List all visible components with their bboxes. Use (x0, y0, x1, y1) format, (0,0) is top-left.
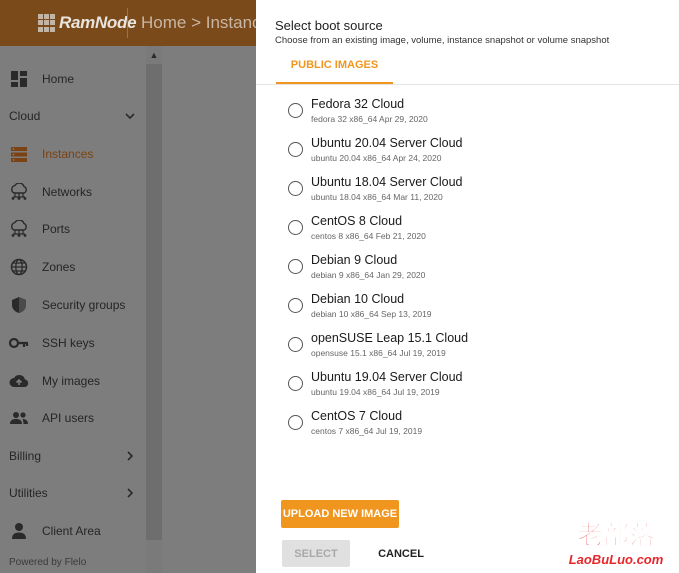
boot-option[interactable]: Ubuntu 18.04 Server Cloud ubuntu 18.04 x… (284, 175, 664, 211)
option-description: fedora 32 x86_64 Apr 29, 2020 (311, 114, 428, 124)
sidebar-item-networks[interactable]: Networks (0, 177, 146, 207)
radio-button[interactable] (288, 259, 303, 274)
dialog-title: Select boot source (275, 18, 383, 33)
select-button[interactable]: SELECT (282, 540, 350, 567)
sidebar-section-label: Billing (9, 449, 42, 463)
sidebar-item-security-groups[interactable]: Security groups (0, 290, 146, 320)
sidebar-item-my-images[interactable]: My images (0, 366, 146, 396)
sidebar-item-label: Zones (42, 260, 76, 274)
sidebar-item-label: SSH keys (42, 336, 95, 350)
cancel-button[interactable]: CANCEL (366, 540, 436, 567)
ramnode-logo[interactable]: RamNode (38, 13, 137, 33)
laobuluo-watermark: 老部落 LaoBuLuo.com (569, 521, 664, 567)
main-content-dimmed (162, 46, 256, 573)
breadcrumb: Home > Instance (141, 13, 256, 32)
option-description: ubuntu 19.04 x86_64 Jul 19, 2019 (311, 387, 440, 397)
tab-divider (256, 84, 679, 85)
radio-button[interactable] (288, 103, 303, 118)
chevron-right-icon (127, 451, 134, 461)
dashboard-icon (9, 69, 29, 89)
sidebar-section-label: Utilities (9, 486, 48, 500)
logo-mark-icon (38, 14, 56, 32)
option-name: CentOS 7 Cloud (311, 409, 403, 423)
upload-new-image-button[interactable]: UPLOAD NEW IMAGE (281, 500, 399, 528)
cloud-upload-icon (9, 371, 29, 391)
chevron-down-icon (125, 113, 135, 120)
boot-option[interactable]: Fedora 32 Cloud fedora 32 x86_64 Apr 29,… (284, 97, 664, 133)
radio-button[interactable] (288, 415, 303, 430)
sidebar-item-client-area[interactable]: Client Area (0, 516, 146, 546)
sidebar-item-label: API users (42, 411, 95, 425)
sidebar-item-zones[interactable]: Zones (0, 252, 146, 282)
sidebar-section-label: Cloud (9, 109, 41, 123)
radio-button[interactable] (288, 220, 303, 235)
sidebar-item-label: Networks (42, 185, 93, 199)
key-icon (9, 333, 29, 353)
boot-option[interactable]: CentOS 7 Cloud centos 7 x86_64 Jul 19, 2… (284, 409, 664, 445)
boot-option[interactable]: Ubuntu 20.04 Server Cloud ubuntu 20.04 x… (284, 136, 664, 172)
radio-button[interactable] (288, 298, 303, 313)
tab-public-images[interactable]: PUBLIC IMAGES (276, 48, 393, 84)
sidebar-section-billing[interactable]: Billing (0, 443, 146, 469)
header-divider (127, 8, 128, 38)
boot-option[interactable]: Ubuntu 19.04 Server Cloud ubuntu 19.04 x… (284, 370, 664, 406)
option-description: debian 9 x86_64 Jan 29, 2020 (311, 270, 426, 280)
option-name: Ubuntu 18.04 Server Cloud (311, 175, 463, 189)
sidebar-item-ssh-keys[interactable]: SSH keys (0, 328, 146, 358)
sidebar-item-label: Instances (42, 147, 94, 161)
sidebar-item-label: My images (42, 374, 101, 388)
ports-cloud-icon (9, 219, 29, 239)
radio-button[interactable] (288, 142, 303, 157)
sidebar-item-label: Security groups (42, 298, 126, 312)
chevron-right-icon (127, 488, 134, 498)
option-description: ubuntu 20.04 x86_64 Apr 24, 2020 (311, 153, 442, 163)
boot-option[interactable]: CentOS 8 Cloud centos 8 x86_64 Feb 21, 2… (284, 214, 664, 250)
sidebar-section-utilities[interactable]: Utilities (0, 480, 146, 506)
shield-icon (9, 295, 29, 315)
logo-text: RamNode (59, 13, 137, 32)
option-name: CentOS 8 Cloud (311, 214, 403, 228)
watermark-cn-text: 老部落 (577, 521, 656, 551)
option-name: Ubuntu 19.04 Server Cloud (311, 370, 463, 384)
users-icon (9, 408, 29, 428)
person-icon (9, 521, 29, 541)
radio-button[interactable] (288, 376, 303, 391)
instances-icon (9, 144, 29, 164)
sidebar-item-label: Ports (42, 222, 71, 236)
sidebar-section-cloud[interactable]: Cloud (0, 103, 146, 129)
globe-icon (9, 257, 29, 277)
option-description: centos 8 x86_64 Feb 21, 2020 (311, 231, 426, 241)
dialog-subtitle: Choose from an existing image, volume, i… (275, 35, 610, 46)
option-name: Ubuntu 20.04 Server Cloud (311, 136, 463, 150)
option-description: opensuse 15.1 x86_64 Jul 19, 2019 (311, 348, 446, 358)
sidebar-item-label: Client Area (42, 524, 101, 538)
watermark-url-text: LaoBuLuo.com (569, 552, 664, 567)
radio-button[interactable] (288, 337, 303, 352)
boot-option[interactable]: Debian 10 Cloud debian 10 x86_64 Sep 13,… (284, 292, 664, 328)
sidebar-item-instances[interactable]: Instances (0, 139, 146, 169)
option-description: ubuntu 18.04 x86_64 Mar 11, 2020 (311, 192, 443, 202)
option-name: openSUSE Leap 15.1 Cloud (311, 331, 469, 345)
powered-by-footer: Powered by Flelo (9, 557, 87, 568)
boot-option[interactable]: Debian 9 Cloud debian 9 x86_64 Jan 29, 2… (284, 253, 664, 289)
option-description: centos 7 x86_64 Jul 19, 2019 (311, 426, 423, 436)
app-header: RamNode Home > Instance (0, 0, 256, 46)
sidebar-item-ports[interactable]: Ports (0, 214, 146, 244)
sidebar-item-label: Home (42, 72, 75, 86)
boot-source-dialog: Select boot source Choose from an existi… (256, 0, 679, 573)
scroll-up-arrow-icon[interactable]: ▲ (146, 50, 162, 62)
option-name: Debian 10 Cloud (311, 292, 405, 306)
network-cloud-icon (9, 182, 29, 202)
scrollbar-thumb[interactable] (146, 64, 162, 540)
option-name: Fedora 32 Cloud (311, 97, 405, 111)
radio-button[interactable] (288, 181, 303, 196)
option-description: debian 10 x86_64 Sep 13, 2019 (311, 309, 432, 319)
sidebar-item-home[interactable]: Home (0, 64, 146, 94)
option-name: Debian 9 Cloud (311, 253, 398, 267)
sidebar-item-api-users[interactable]: API users (0, 403, 146, 433)
boot-option[interactable]: openSUSE Leap 15.1 Cloud opensuse 15.1 x… (284, 331, 664, 367)
